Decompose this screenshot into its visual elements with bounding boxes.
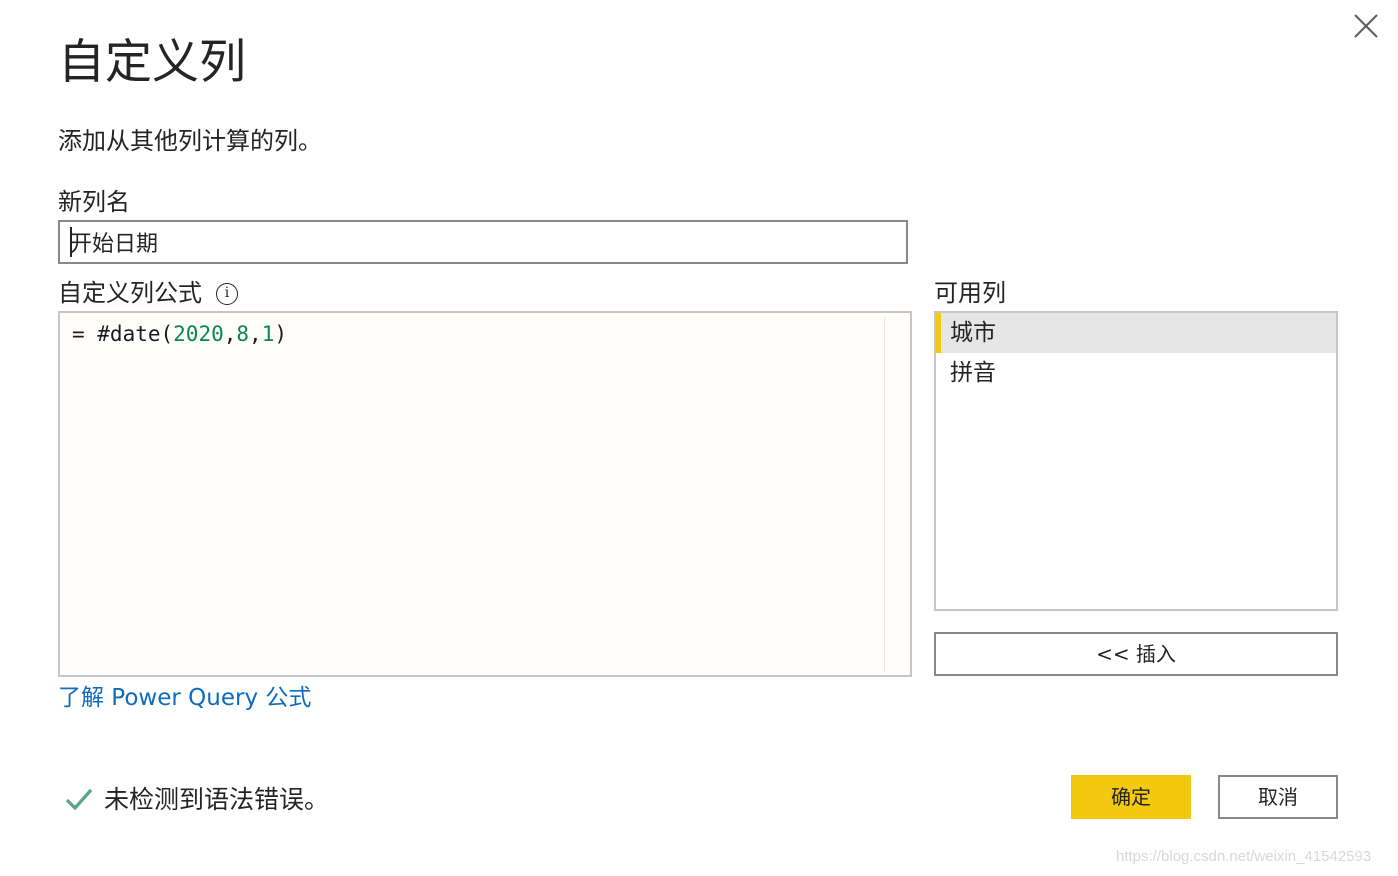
list-item[interactable]: 城市 [936, 313, 1336, 353]
formula-comma: , [249, 322, 262, 346]
formula-prefix: = #date( [72, 322, 174, 346]
new-column-name-label: 新列名 [58, 188, 130, 216]
insert-button[interactable]: << 插入 [934, 632, 1338, 676]
formula-close-paren: ) [274, 322, 288, 346]
formula-line: = #date(2020,8,1) [72, 319, 287, 349]
dialog-subtitle: 添加从其他列计算的列。 [58, 127, 322, 155]
selection-indicator [936, 313, 941, 353]
close-button[interactable] [1346, 6, 1386, 46]
available-columns-label: 可用列 [934, 279, 1006, 307]
ok-button[interactable]: 确定 [1071, 775, 1191, 819]
formula-editor[interactable]: = #date(2020,8,1) [58, 311, 912, 677]
cancel-button[interactable]: 取消 [1218, 775, 1338, 819]
formula-month: 8 [236, 322, 250, 346]
text-cursor [70, 227, 72, 257]
check-icon [64, 786, 94, 814]
editor-scrollbar[interactable] [884, 317, 909, 671]
list-item[interactable]: 拼音 [936, 353, 1336, 393]
close-icon [1346, 6, 1386, 46]
formula-year: 2020 [173, 322, 224, 346]
formula-comma: , [223, 322, 237, 346]
dialog-title: 自定义列 [58, 35, 246, 90]
new-column-name-input[interactable] [58, 220, 908, 264]
learn-power-query-link[interactable]: 了解 Power Query 公式 [58, 682, 311, 714]
info-icon[interactable]: i [216, 283, 238, 305]
watermark: https://blog.csdn.net/weixin_41542593 [1116, 848, 1372, 865]
available-columns-list[interactable]: 城市 拼音 [934, 311, 1338, 611]
formula-label: 自定义列公式 [58, 279, 202, 307]
formula-day: 1 [261, 322, 275, 346]
syntax-status-text: 未检测到语法错误。 [104, 785, 330, 814]
list-item-label: 拼音 [950, 360, 996, 386]
list-item-label: 城市 [950, 320, 996, 346]
